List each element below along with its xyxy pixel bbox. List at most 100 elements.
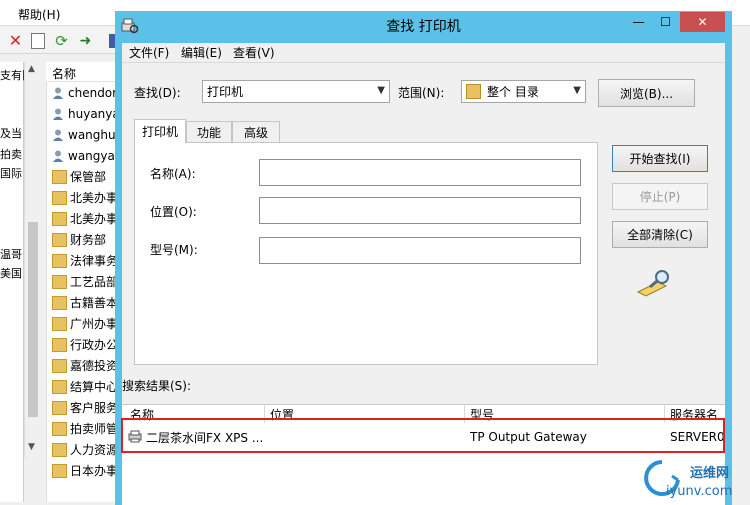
search-results-label: 搜索结果(S): [122, 379, 192, 393]
scroll-thumb[interactable] [28, 222, 38, 417]
clear-all-button[interactable]: 全部清除(C) [612, 221, 708, 248]
name-input[interactable] [259, 159, 581, 186]
list-item-label: 行政办公 [70, 338, 119, 352]
folder-icon [52, 253, 67, 268]
folder-icon [52, 379, 67, 394]
name-field-label: 名称(A): [150, 167, 196, 181]
list-item-label: wanghu [68, 127, 116, 142]
help-menu[interactable]: 帮助(H) [18, 6, 60, 23]
tab-printer[interactable]: 打印机 [134, 119, 186, 143]
scope-select[interactable]: 整个 目录 ▼ [461, 80, 586, 103]
list-item-label: 日本办事 [70, 464, 119, 478]
list-item-label: wangyar [68, 148, 120, 163]
list-item-label: 嘉德投资 [70, 359, 119, 373]
list-item-label: 人力资源 [70, 443, 119, 457]
directory-icon [466, 84, 481, 99]
folder-icon [52, 442, 67, 457]
minimize-button[interactable]: — [625, 12, 652, 32]
scroll-up-icon[interactable]: ▲ [28, 64, 35, 74]
highlight-box [121, 418, 725, 453]
find-select[interactable]: 打印机 ▼ [202, 80, 390, 103]
list-item[interactable]: 工艺品部 [52, 271, 118, 292]
watermark-url: iyunv.com [666, 484, 733, 499]
export-icon[interactable]: ➜ [77, 32, 94, 49]
scroll-down-icon[interactable]: ▼ [28, 442, 35, 452]
list-item[interactable]: wanghu [52, 124, 116, 145]
folder-icon [52, 316, 67, 331]
list-header-name[interactable]: 名称 [52, 65, 76, 82]
user-icon [52, 150, 65, 162]
list-item-label: 拍卖师管 [70, 422, 119, 436]
list-item[interactable]: 财务部 [52, 229, 106, 250]
menu-view[interactable]: 查看(V) [233, 44, 275, 61]
tab-features[interactable]: 功能 [186, 121, 232, 143]
list-item[interactable]: 广州办事 [52, 313, 118, 334]
user-icon [52, 87, 65, 99]
folder-icon [52, 400, 67, 415]
list-item[interactable]: 嘉德投资 [52, 355, 118, 376]
properties-icon[interactable] [29, 32, 46, 49]
user-icon [52, 129, 65, 141]
menu-divider [122, 62, 725, 63]
list-item-label: 北美办事 [70, 212, 119, 226]
model-input[interactable] [259, 237, 581, 264]
list-item-label: 财务部 [70, 233, 107, 247]
list-item-label: 工艺品部 [70, 275, 119, 289]
magnifier-icon [636, 268, 672, 298]
list-item[interactable]: 北美办事 [52, 208, 118, 229]
list-item[interactable]: 古籍善本 [52, 292, 118, 313]
list-item-label: 保管部 [70, 170, 107, 184]
list-item[interactable]: 日本办事 [52, 460, 118, 481]
tree-scrollbar[interactable]: ▲ ▼ [24, 62, 40, 457]
menu-file[interactable]: 文件(F) [129, 44, 169, 61]
list-item-label: 古籍善本 [70, 296, 119, 310]
folder-icon [52, 211, 67, 226]
close-button[interactable]: ✕ [680, 12, 725, 32]
list-item[interactable]: 北美办事 [52, 187, 118, 208]
folder-icon [52, 232, 67, 247]
list-item[interactable]: 拍卖师管 [52, 418, 118, 439]
list-item-label: 客户服务 [70, 401, 119, 415]
menu-edit[interactable]: 编辑(E) [181, 44, 222, 61]
list-item[interactable]: 客户服务 [52, 397, 118, 418]
folder-icon [52, 295, 67, 310]
scope-select-value: 整个 目录 [487, 85, 539, 99]
list-item-label: 法律事务 [70, 254, 119, 268]
list-item-label: 广州办事 [70, 317, 119, 331]
list-item[interactable]: huyanya [52, 103, 120, 124]
maximize-button[interactable]: ☐ [652, 12, 679, 32]
tree-item[interactable]: 美国 [0, 265, 22, 281]
list-item-label: chendor [68, 85, 118, 100]
folder-icon [52, 421, 67, 436]
tree-item[interactable]: 温哥 [0, 246, 22, 262]
list-item[interactable]: 人力资源 [52, 439, 118, 460]
location-input[interactable] [259, 197, 581, 224]
list-item-label: huyanya [68, 106, 120, 121]
folder-icon [52, 274, 67, 289]
tab-advanced[interactable]: 高级 [232, 121, 280, 143]
folder-icon [52, 169, 67, 184]
user-icon [52, 108, 65, 120]
list-item[interactable]: 结算中心 [52, 376, 118, 397]
list-item[interactable]: 法律事务 [52, 250, 118, 271]
folder-icon [52, 337, 67, 352]
folder-icon [52, 463, 67, 478]
chevron-down-icon: ▼ [573, 85, 581, 96]
refresh-icon[interactable]: ⟳ [53, 32, 70, 50]
tree-item[interactable]: 及当 [0, 125, 22, 141]
list-item[interactable]: 保管部 [52, 166, 106, 187]
stop-button[interactable]: 停止(P) [612, 183, 708, 210]
list-item-label: 北美办事 [70, 191, 119, 205]
list-item[interactable]: 行政办公 [52, 334, 118, 355]
list-item[interactable]: chendor [52, 82, 117, 103]
model-field-label: 型号(M): [150, 243, 198, 257]
chevron-down-icon: ▼ [377, 85, 385, 96]
delete-icon[interactable]: ✕ [7, 31, 24, 50]
browse-button[interactable]: 浏览(B)... [598, 79, 695, 107]
tree-item[interactable]: 拍卖 [0, 146, 22, 162]
list-item-label: 结算中心 [70, 380, 119, 394]
tree-item[interactable]: 国际 [0, 165, 22, 181]
start-search-button[interactable]: 开始查找(I) [612, 145, 708, 172]
watermark-brand: 运维网 [690, 466, 730, 481]
list-item[interactable]: wangyar [52, 145, 120, 166]
